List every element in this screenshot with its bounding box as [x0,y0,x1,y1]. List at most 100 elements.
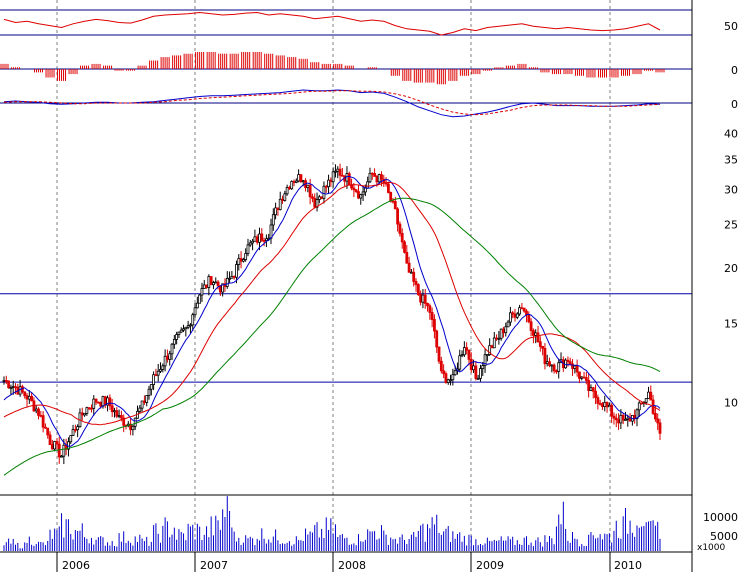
candle-body [334,170,337,173]
candle-body [614,417,618,421]
candle-body [336,168,340,172]
candle-body [7,380,11,389]
candle-body [568,361,572,365]
candle-body [228,277,231,280]
candle-body [359,194,363,199]
price-tick-30: 30 [724,183,738,196]
candle-body [481,365,485,369]
candle-body [274,207,278,216]
volume-tick-5000: 5000 [710,530,738,543]
candle-body [578,371,581,379]
candle-body [90,407,93,410]
candle-body [253,236,257,242]
candle-body [386,183,390,193]
candle-body [285,187,289,195]
x-label-2006: 2006 [62,559,90,572]
candle-body [637,402,641,411]
candle-body [499,328,503,339]
candle-body [327,179,330,188]
candle-body [131,425,135,431]
candle-body [299,174,303,183]
candle-body [156,370,160,376]
candle-body [396,208,400,225]
candle-body [177,331,181,335]
candle-body [209,276,213,286]
candle-body [474,365,478,379]
candle-body [260,233,264,241]
grid-lines [56,0,611,550]
candle-body [322,185,326,199]
candle-body [189,324,192,327]
candle-body [366,181,370,189]
candle-body [55,441,59,445]
candle-body [465,347,469,351]
volume-panel [3,496,661,551]
candle-body [248,242,252,246]
candle-body [271,214,275,226]
candle-body [607,404,611,408]
candle-body [653,413,657,420]
candle-body [621,414,625,421]
candle-body [110,405,114,413]
candle-body [281,198,284,201]
candle-body [34,408,38,412]
candle-body [389,192,393,202]
candle-body [168,353,172,360]
price-tick-20: 20 [724,262,738,275]
candle-body [297,174,301,182]
candle-body [492,337,496,349]
candle-body [412,271,416,282]
candle-body [145,395,149,403]
candle-body [414,281,418,285]
candle-body [301,180,305,183]
candle-body [331,171,335,183]
candle-body [555,370,558,373]
candle-body [27,395,31,400]
candle-body [511,312,515,315]
candle-body [410,271,413,274]
candle-body [317,196,321,200]
candle-body [87,407,91,410]
candle-body [251,240,254,244]
candle-body [288,187,291,190]
stock-chart: 2006 2007 2008 2009 2010 50 0 0 40 35 30… [0,0,738,572]
candle-body [329,179,333,183]
candle-body [170,343,174,355]
candle-body [154,374,158,377]
candle-body [175,334,179,340]
candle-body [596,397,600,404]
ma-short-line [3,175,661,447]
candle-body [152,374,156,385]
candle-body [458,355,462,370]
x-label-2008: 2008 [338,559,366,572]
candle-body [469,358,473,371]
candle-body [101,396,105,407]
candle-body [647,391,650,399]
candle-body [557,362,561,372]
candle-body [216,281,220,287]
candle-body [605,402,609,408]
candle-body [426,302,429,307]
candle-body [320,196,324,199]
candle-body [149,384,153,390]
candle-body [416,284,420,295]
candle-body [60,455,63,458]
candle-body [370,172,374,175]
candle-body [25,395,29,400]
candle-body [4,380,8,382]
rsi-panel [0,9,692,36]
candle-body [527,314,531,323]
chart-frame [0,0,693,572]
candle-body [534,332,538,336]
candle-body [57,443,61,458]
candle-body [202,284,206,289]
candle-body [113,410,116,413]
candle-body [504,326,508,334]
candle-body [85,407,89,414]
candle-body [193,307,197,316]
candle-body [48,434,52,445]
candle-body [37,408,40,416]
candle-body [594,390,597,398]
candle-body [163,355,167,367]
candle-body [94,398,98,403]
